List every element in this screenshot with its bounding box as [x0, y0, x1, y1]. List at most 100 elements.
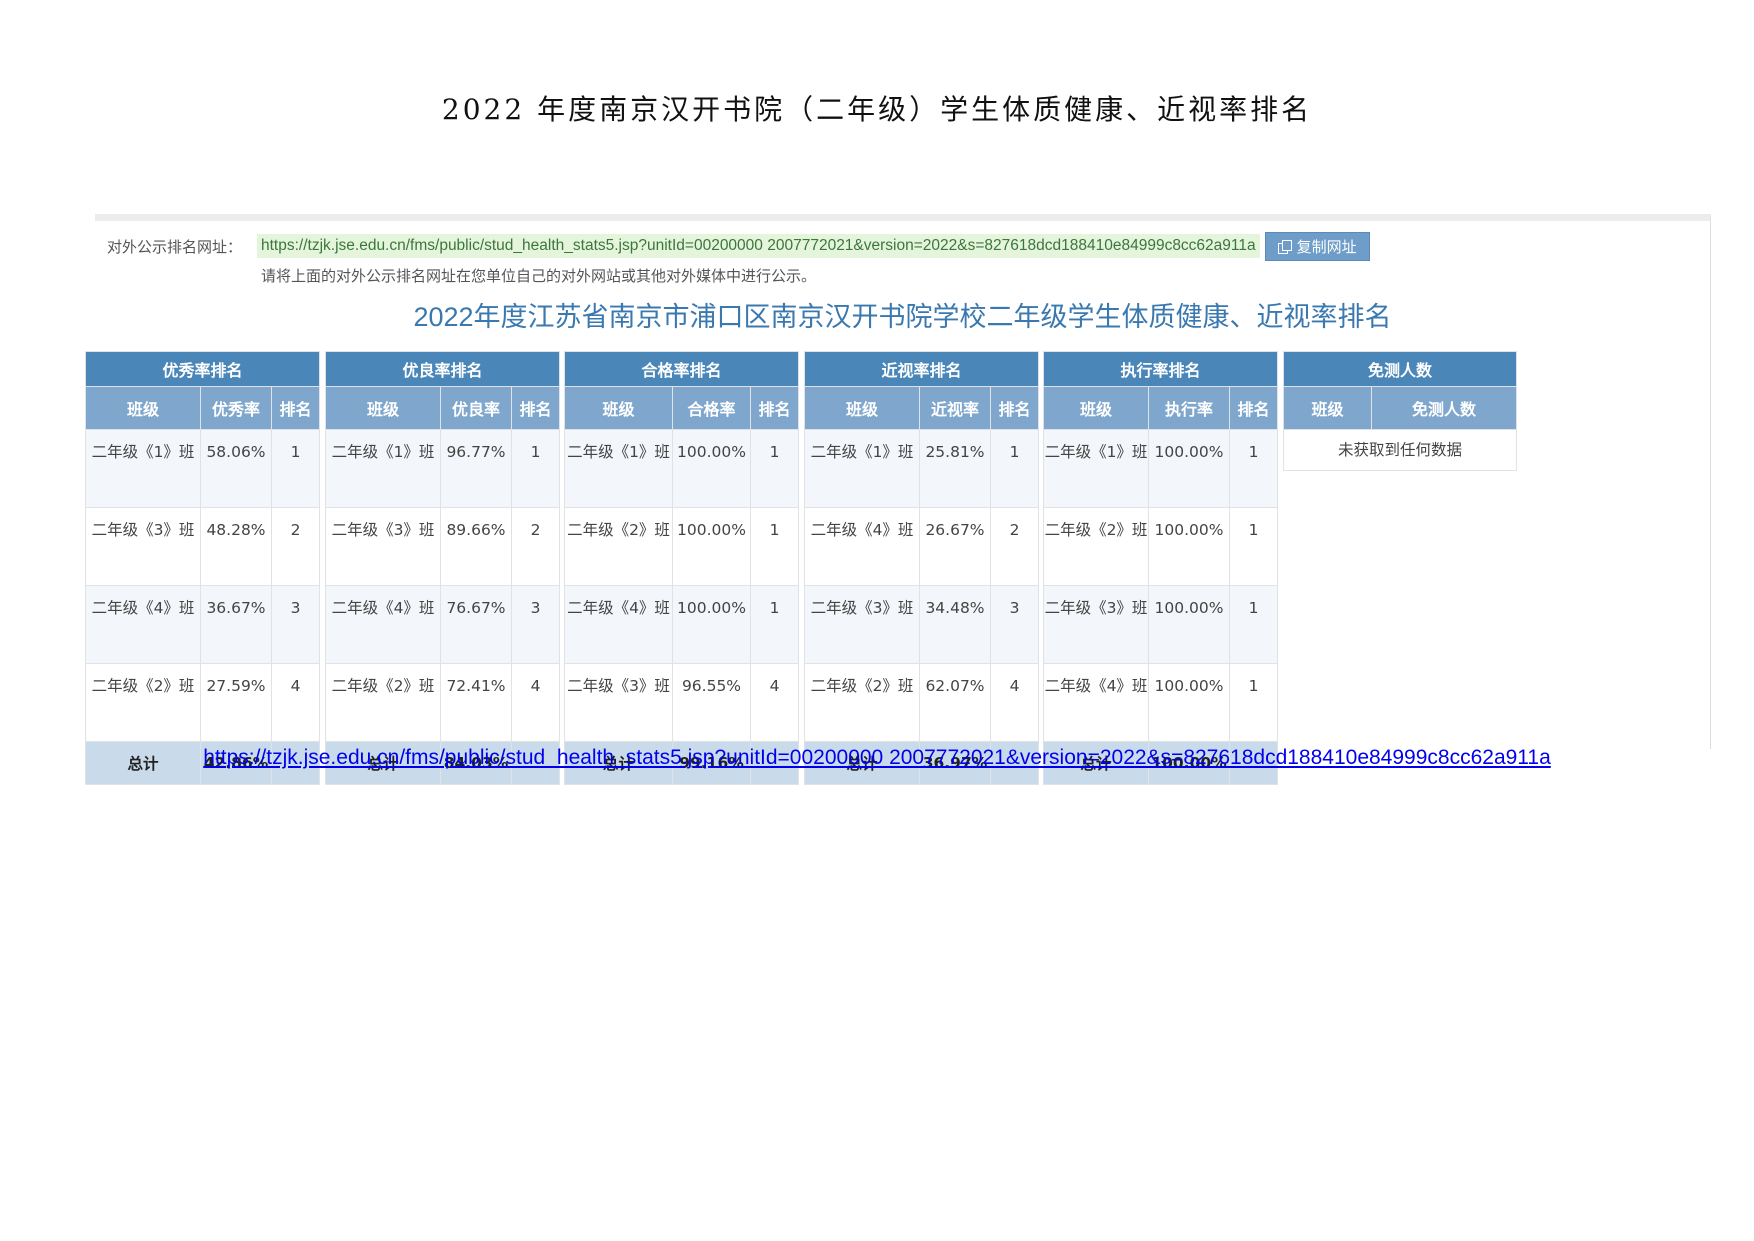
rank-cell: 3: [510, 585, 561, 664]
rate-cell: 100.00%: [1148, 585, 1230, 664]
table-row: 二年级《2》班 62.07% 4: [804, 663, 1040, 742]
rate-cell: 100.00%: [1148, 507, 1230, 586]
column-header: 排名: [749, 386, 800, 430]
rank-cell: 2: [270, 507, 321, 586]
publish-url-label: 对外公示排名网址：: [107, 237, 243, 256]
rate-cell: 96.55%: [672, 663, 751, 742]
footer-link[interactable]: https://tzjk.jse.edu.cn/fms/public/stud_…: [0, 746, 1754, 770]
rate-cell: 36.67%: [200, 585, 272, 664]
class-cell: 二年级《4》班: [564, 585, 673, 664]
column-header: 排名: [1228, 386, 1279, 430]
rank-cell: 2: [510, 507, 561, 586]
panel-title: 合格率排名: [563, 351, 800, 387]
class-cell: 二年级《3》班: [85, 507, 201, 586]
table-row: 二年级《4》班 36.67% 3: [85, 585, 321, 664]
column-header: 班级: [325, 386, 441, 430]
column-header: 班级: [85, 386, 201, 430]
table-row: 二年级《2》班 27.59% 4: [85, 663, 321, 742]
copy-url-button[interactable]: 复制网址: [1264, 231, 1370, 261]
table-row: 二年级《3》班 48.28% 2: [85, 507, 321, 586]
publish-url-row: 对外公示排名网址： https://tzjk.jse.edu.cn/fms/pu…: [107, 231, 1370, 261]
class-cell: 二年级《3》班: [1043, 585, 1149, 664]
class-cell: 二年级《3》班: [804, 585, 920, 664]
class-cell: 二年级《2》班: [804, 663, 920, 742]
column-header: 班级: [1283, 386, 1372, 430]
column-header: 合格率: [672, 386, 751, 430]
publish-note: 请将上面的对外公示排名网址在您单位自己的对外网站或其他对外媒体中进行公示。: [261, 267, 817, 285]
rate-cell: 27.59%: [200, 663, 272, 742]
panel-title: 免测人数: [1282, 351, 1518, 387]
class-cell: 二年级《1》班: [85, 429, 201, 508]
document-title: 2022 年度南京汉开书院（二年级）学生体质健康、近视率排名: [441, 93, 1313, 126]
ranking-panel-excellent: 优秀率排名 班级 优秀率 排名 二年级《1》班 58.06% 1 二年级《3》班 48…: [84, 351, 321, 785]
rank-cell: 1: [1228, 429, 1279, 508]
column-header: 班级: [1043, 386, 1149, 430]
class-cell: 二年级《2》班: [325, 663, 441, 742]
panel-title: 近视率排名: [803, 351, 1040, 387]
rank-cell: 4: [270, 663, 321, 742]
class-cell: 二年级《1》班: [564, 429, 673, 508]
class-cell: 二年级《2》班: [85, 663, 201, 742]
column-header: 近视率: [919, 386, 991, 430]
column-header: 免测人数: [1370, 386, 1518, 430]
rate-cell: 26.67%: [919, 507, 991, 586]
rank-cell: 1: [270, 429, 321, 508]
column-header: 优良率: [440, 386, 512, 430]
column-header: 班级: [564, 386, 673, 430]
class-cell: 二年级《4》班: [1043, 663, 1149, 742]
rate-cell: 58.06%: [200, 429, 272, 508]
class-cell: 二年级《4》班: [85, 585, 201, 664]
rank-cell: 3: [989, 585, 1040, 664]
exempt-panel: 免测人数 班级 免测人数 未获取到任何数据: [1282, 351, 1518, 471]
rate-cell: 100.00%: [1148, 663, 1230, 742]
rank-cell: 1: [1228, 585, 1279, 664]
table-row: 二年级《3》班 89.66% 2: [325, 507, 561, 586]
class-cell: 二年级《3》班: [325, 507, 441, 586]
table-row: 二年级《2》班 100.00% 1: [564, 507, 800, 586]
copy-url-button-label: 复制网址: [1296, 237, 1357, 256]
table-row: 二年级《3》班 34.48% 3: [804, 585, 1040, 664]
table-row: 二年级《1》班 25.81% 1: [804, 429, 1040, 508]
rank-cell: 1: [510, 429, 561, 508]
column-header: 排名: [510, 386, 561, 430]
table-row: 二年级《1》班 100.00% 1: [1043, 429, 1279, 508]
rank-cell: 1: [989, 429, 1040, 508]
class-cell: 二年级《1》班: [1043, 429, 1149, 508]
column-header: 班级: [804, 386, 920, 430]
class-cell: 二年级《1》班: [325, 429, 441, 508]
rate-cell: 76.67%: [440, 585, 512, 664]
report-title: 2022年度江苏省南京市浦口区南京汉开书院学校二年级学生体质健康、近视率排名: [413, 302, 1392, 332]
rank-cell: 4: [749, 663, 800, 742]
table-row: 二年级《4》班 100.00% 1: [1043, 663, 1279, 742]
table-row: 二年级《4》班 26.67% 2: [804, 507, 1040, 586]
publish-url-value[interactable]: https://tzjk.jse.edu.cn/fms/public/stud_…: [257, 234, 1260, 258]
column-header: 排名: [989, 386, 1040, 430]
ranking-panel-good: 优良率排名 班级 优良率 排名 二年级《1》班 96.77% 1 二年级《3》班 89…: [324, 351, 561, 785]
table-row: 二年级《1》班 100.00% 1: [564, 429, 800, 508]
column-header: 执行率: [1148, 386, 1230, 430]
rate-cell: 25.81%: [919, 429, 991, 508]
rank-cell: 3: [270, 585, 321, 664]
empty-row: 未获取到任何数据: [1282, 429, 1518, 471]
rank-cell: 1: [749, 585, 800, 664]
table-row: 二年级《1》班 96.77% 1: [325, 429, 561, 508]
class-cell: 二年级《1》班: [804, 429, 920, 508]
table-row: 二年级《4》班 76.67% 3: [325, 585, 561, 664]
class-cell: 二年级《2》班: [1043, 507, 1149, 586]
rate-cell: 96.77%: [440, 429, 512, 508]
rank-cell: 4: [510, 663, 561, 742]
rate-cell: 100.00%: [672, 429, 751, 508]
panel-title: 优秀率排名: [84, 351, 321, 387]
table-row: 二年级《2》班 72.41% 4: [325, 663, 561, 742]
ranking-panel-execution: 执行率排名 班级 执行率 排名 二年级《1》班 100.00% 1 二年级《2》班 1…: [1042, 351, 1279, 785]
rate-cell: 48.28%: [200, 507, 272, 586]
column-header: 优秀率: [200, 386, 272, 430]
rank-cell: 1: [749, 429, 800, 508]
table-row: 二年级《2》班 100.00% 1: [1043, 507, 1279, 586]
table-row: 二年级《4》班 100.00% 1: [564, 585, 800, 664]
rank-cell: 2: [989, 507, 1040, 586]
table-row: 二年级《3》班 96.55% 4: [564, 663, 800, 742]
class-cell: 二年级《4》班: [325, 585, 441, 664]
rank-cell: 4: [989, 663, 1040, 742]
screenshot-frame: 对外公示排名网址： https://tzjk.jse.edu.cn/fms/pu…: [84, 214, 1711, 785]
